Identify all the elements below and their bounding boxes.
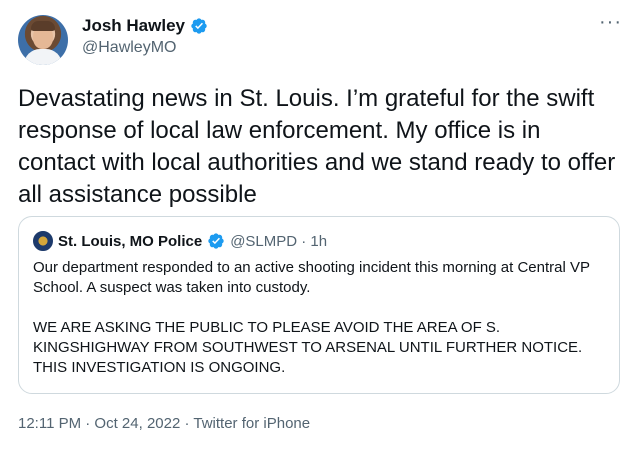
author-block[interactable]: Josh Hawley @HawleyMO <box>82 16 208 57</box>
author-handle[interactable]: @HawleyMO <box>82 39 208 57</box>
quoted-tweet-text: Our department responded to an active sh… <box>33 258 608 398</box>
quoted-author-name: St. Louis, MO Police <box>58 232 203 250</box>
quoted-author-avatar <box>33 231 53 251</box>
verified-badge-icon <box>191 18 207 34</box>
verified-badge-icon <box>208 233 224 249</box>
author-name[interactable]: Josh Hawley <box>82 16 185 36</box>
tweet-timestamp[interactable]: 12:11 PM · Oct 24, 2022 · Twitter for iP… <box>18 415 310 432</box>
author-avatar[interactable] <box>18 15 68 65</box>
quoted-paragraph: WE ARE ASKING THE PUBLIC TO PLEASE AVOID… <box>33 319 583 376</box>
tweet-text: Devastating news in St. Louis. I’m grate… <box>18 85 616 208</box>
quoted-author-meta: @SLMPD · 1h <box>230 232 328 250</box>
quoted-paragraph: Our department responded to an active sh… <box>33 259 590 296</box>
quoted-tweet[interactable]: St. Louis, MO Police @SLMPD · 1h Our dep… <box>18 216 620 394</box>
more-options-icon[interactable]: ··· <box>599 12 622 32</box>
